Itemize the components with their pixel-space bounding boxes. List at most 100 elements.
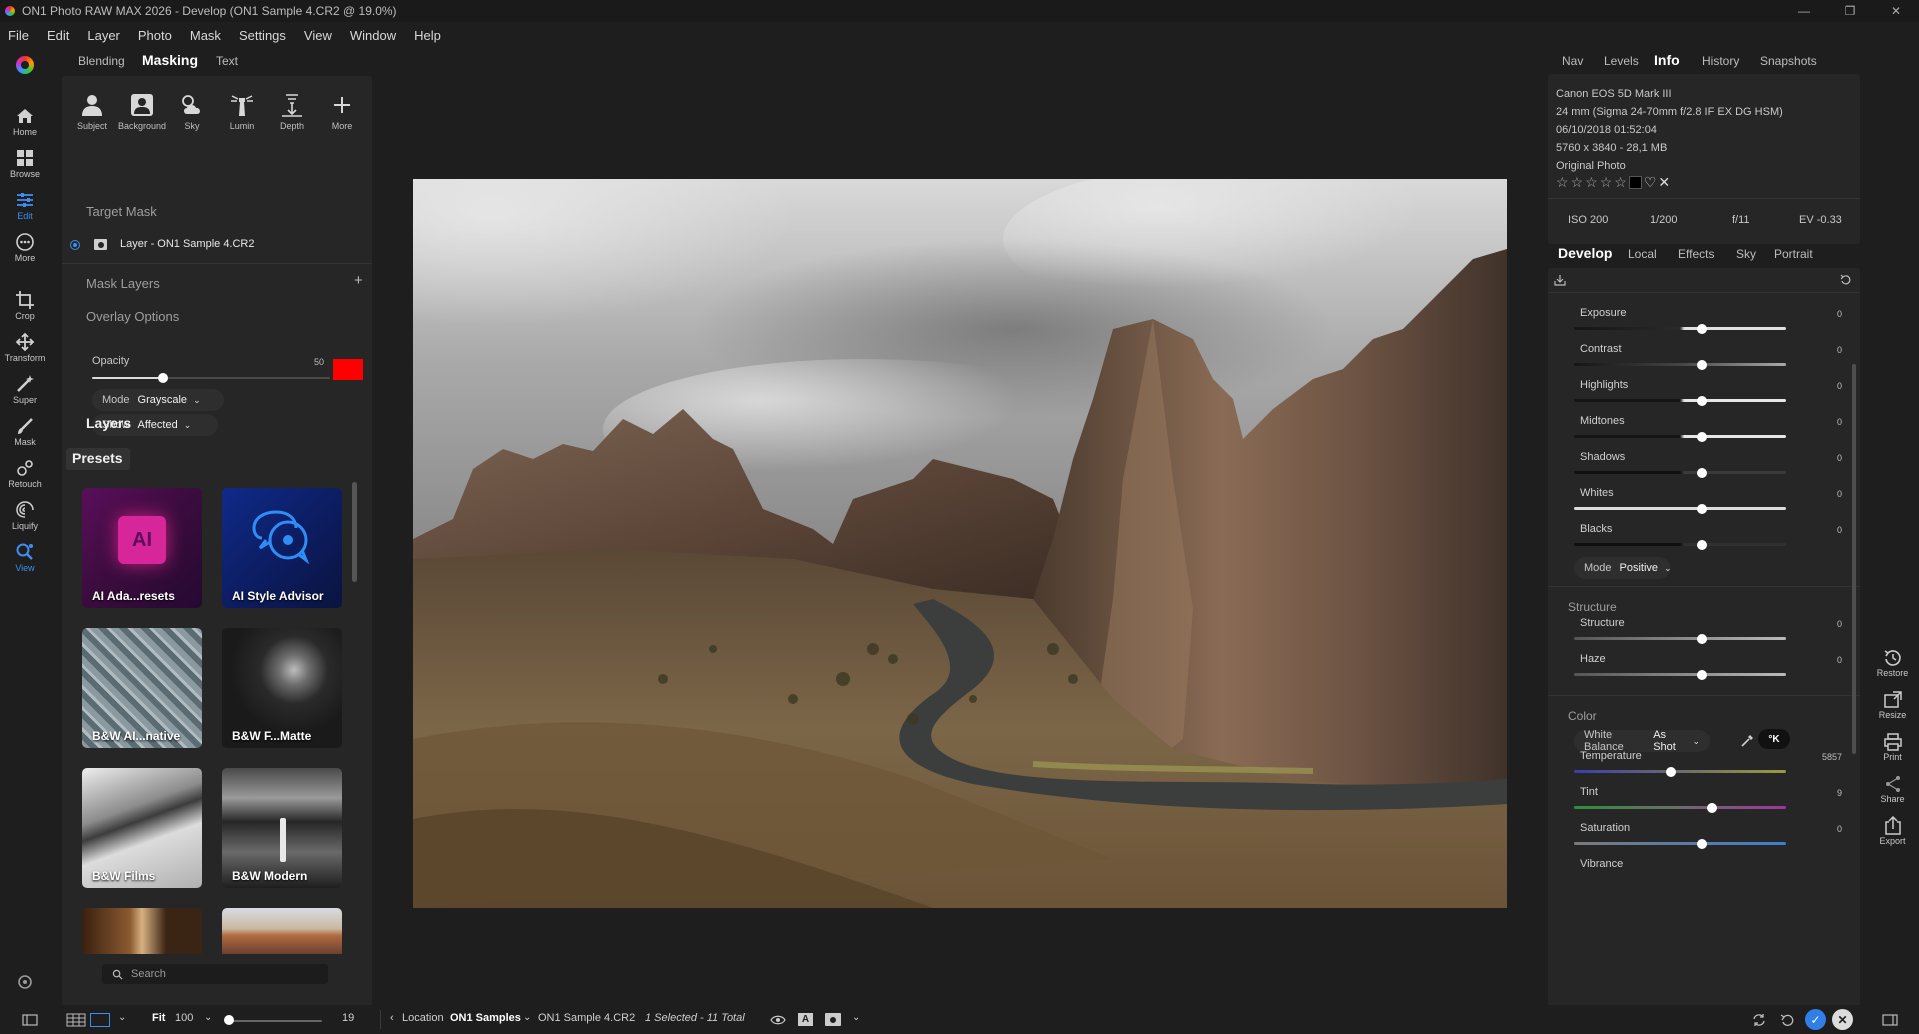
apply-check-button[interactable]: ✓ xyxy=(1805,1009,1826,1030)
tone-shadows-value[interactable]: 0 xyxy=(1762,453,1842,463)
cancel-button[interactable]: ✕ xyxy=(1832,1009,1853,1030)
white-balance-dropdown[interactable]: White Balance As Shot ⌄ xyxy=(1574,729,1710,753)
color-saturation-knob[interactable] xyxy=(1697,839,1707,849)
search-input[interactable]: Search xyxy=(131,968,166,980)
menu-settings[interactable]: Settings xyxy=(230,28,295,43)
menu-file[interactable]: File xyxy=(0,28,38,43)
grid-view-icon[interactable] xyxy=(66,1013,86,1027)
preset-bw-film-matte[interactable]: B&W F...Matte xyxy=(222,628,342,748)
breadcrumb-back-icon[interactable]: ‹ xyxy=(390,1012,394,1024)
maximize-button[interactable]: ❐ xyxy=(1827,0,1873,22)
presets-scrollbar[interactable] xyxy=(352,482,357,582)
rating-stars[interactable]: ☆ ☆ ☆ ☆ ☆ ♡ ✕ xyxy=(1556,174,1670,191)
color-tint-slider[interactable] xyxy=(1574,806,1786,809)
reset-icon[interactable] xyxy=(1840,274,1852,286)
location-chevron-icon[interactable]: ⌄ xyxy=(523,1012,531,1023)
preset-ai-adaptive[interactable]: AI AI Ada...resets xyxy=(82,488,202,608)
rail-liquify[interactable]: Liquify xyxy=(0,500,50,531)
tone-contrast-slider[interactable] xyxy=(1574,363,1786,366)
tone-highlights-value[interactable]: 0 xyxy=(1762,381,1842,391)
zoom-value[interactable]: 100 xyxy=(175,1012,193,1024)
kelvin-toggle[interactable]: °K xyxy=(1758,729,1790,749)
tone-mode-dropdown[interactable]: Mode Positive ⌄ xyxy=(1574,557,1672,579)
tone-midtones-slider[interactable] xyxy=(1574,435,1786,438)
tone-exposure-slider[interactable] xyxy=(1574,327,1786,330)
tab-snapshots[interactable]: Snapshots xyxy=(1760,54,1817,68)
panel-scrollbar[interactable] xyxy=(1852,364,1856,754)
tab-nav[interactable]: Nav xyxy=(1562,54,1583,68)
panel-toggle-icon[interactable] xyxy=(22,1014,38,1026)
preset-save-icon[interactable] xyxy=(1554,274,1566,286)
structure-structure-knob[interactable] xyxy=(1697,634,1707,644)
tone-highlights-slider[interactable] xyxy=(1574,399,1786,402)
color-header[interactable]: Color xyxy=(1568,709,1597,723)
minimize-button[interactable]: — xyxy=(1781,0,1827,22)
structure-haze-value[interactable]: 0 xyxy=(1762,655,1842,665)
single-view-icon[interactable] xyxy=(90,1013,110,1027)
thumbnail-size-slider[interactable] xyxy=(226,1020,322,1022)
color-tint-value[interactable]: 9 xyxy=(1762,788,1842,798)
right-panel-toggle-icon[interactable] xyxy=(1882,1014,1898,1026)
preset-bw-films[interactable]: B&W Films xyxy=(82,768,202,888)
zoom-fit-label[interactable]: Fit xyxy=(152,1012,165,1024)
menu-view[interactable]: View xyxy=(295,28,341,43)
tone-whites-knob[interactable] xyxy=(1697,504,1707,514)
star-icon[interactable]: ☆ xyxy=(1614,174,1627,191)
tab-text[interactable]: Text xyxy=(216,54,238,68)
overlay-color-swatch[interactable] xyxy=(333,359,363,380)
structure-haze-knob[interactable] xyxy=(1697,670,1707,680)
menu-photo[interactable]: Photo xyxy=(129,28,181,43)
rail-mask[interactable]: Mask xyxy=(0,416,50,447)
tone-shadows-slider[interactable] xyxy=(1574,471,1786,474)
tool-background[interactable]: Background xyxy=(118,92,166,131)
heart-icon[interactable]: ♡ xyxy=(1644,174,1657,191)
preset-portrait[interactable] xyxy=(82,908,202,954)
rail-home[interactable]: Home xyxy=(0,106,50,137)
star-icon[interactable]: ☆ xyxy=(1585,174,1598,191)
restore-button[interactable]: Restore xyxy=(1866,648,1919,678)
presets-header[interactable]: Presets xyxy=(72,450,123,466)
layer-radio[interactable] xyxy=(70,240,80,250)
menu-edit[interactable]: Edit xyxy=(38,28,78,43)
structure-structure-slider[interactable] xyxy=(1574,637,1786,640)
rail-browse[interactable]: Browse xyxy=(0,148,50,179)
color-tint-knob[interactable] xyxy=(1707,803,1717,813)
color-temperature-slider[interactable] xyxy=(1574,770,1786,773)
opacity-slider-knob[interactable] xyxy=(158,373,168,383)
export-button[interactable]: Export xyxy=(1866,816,1919,846)
color-temperature-value[interactable]: 5857 xyxy=(1762,752,1842,762)
resize-button[interactable]: Resize xyxy=(1866,690,1919,720)
reject-icon[interactable]: ✕ xyxy=(1658,174,1670,191)
photo-canvas[interactable] xyxy=(413,179,1507,908)
menu-layer[interactable]: Layer xyxy=(78,28,129,43)
rail-more[interactable]: More xyxy=(0,232,50,263)
tab-develop[interactable]: Develop xyxy=(1558,245,1612,261)
print-button[interactable]: Print xyxy=(1866,732,1919,762)
star-icon[interactable]: ☆ xyxy=(1571,174,1584,191)
tool-sky[interactable]: Sky xyxy=(172,92,212,131)
tone-midtones-knob[interactable] xyxy=(1697,432,1707,442)
add-mask-layer-icon[interactable]: + xyxy=(354,272,363,289)
tab-history[interactable]: History xyxy=(1702,54,1739,68)
mask-overlay-icon[interactable] xyxy=(825,1013,841,1026)
tone-blacks-value[interactable]: 0 xyxy=(1762,525,1842,535)
tab-masking[interactable]: Masking xyxy=(142,52,198,68)
share-button[interactable]: Share xyxy=(1866,774,1919,804)
tone-whites-value[interactable]: 0 xyxy=(1762,489,1842,499)
undo-icon[interactable] xyxy=(1780,1013,1794,1027)
eyedropper-icon[interactable] xyxy=(1740,734,1754,748)
color-temperature-knob[interactable] xyxy=(1666,767,1676,777)
tone-whites-slider[interactable] xyxy=(1574,507,1786,510)
tool-more[interactable]: More xyxy=(322,92,362,131)
text-overlay-icon[interactable]: A xyxy=(798,1013,813,1026)
tab-levels[interactable]: Levels xyxy=(1604,54,1639,68)
tab-info[interactable]: Info xyxy=(1654,52,1680,68)
target-layer-name[interactable]: Layer - ON1 Sample 4.CR2 xyxy=(120,238,255,250)
rail-transform[interactable]: Transform xyxy=(0,332,50,363)
tone-exposure-value[interactable]: 0 xyxy=(1762,309,1842,319)
zoom-chevron-icon[interactable]: ⌄ xyxy=(204,1012,212,1023)
color-saturation-slider[interactable] xyxy=(1574,842,1786,845)
preset-ai-style-advisor[interactable]: AI Style Advisor xyxy=(222,488,342,608)
tab-local[interactable]: Local xyxy=(1628,247,1657,261)
preset-search[interactable]: Search xyxy=(102,964,328,984)
